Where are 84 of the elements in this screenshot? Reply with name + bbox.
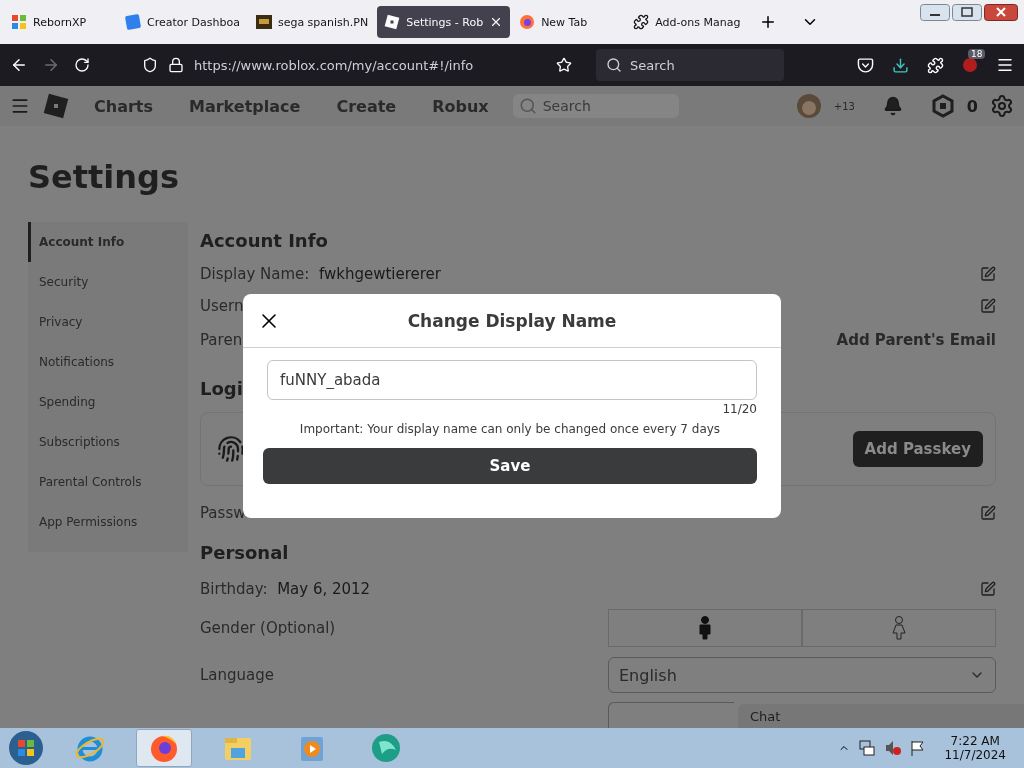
bookmark-icon[interactable]	[556, 57, 572, 73]
nav-link[interactable]: Robux	[432, 96, 489, 116]
field-label: Usern	[200, 297, 244, 315]
search-icon	[518, 97, 537, 115]
fingerprint-icon	[217, 435, 245, 463]
close-window-icon[interactable]	[984, 4, 1018, 21]
nav-link[interactable]: Charts	[94, 96, 153, 116]
person-icon	[698, 616, 712, 640]
shield-icon	[142, 57, 158, 73]
image-thumbnail-icon	[255, 14, 272, 30]
chat-label: Chat	[750, 708, 781, 724]
sidebar-item[interactable]: Notifications	[28, 342, 188, 382]
taskbar-app[interactable]	[136, 729, 192, 767]
search-icon	[606, 57, 622, 73]
roblox-icon	[384, 14, 401, 30]
dialog-title: Change Display Name	[406, 310, 618, 331]
menu-icon[interactable]	[996, 56, 1014, 74]
edit-icon[interactable]	[980, 505, 996, 521]
display-name-text: Display Name: fwkhgewtiererer	[200, 265, 441, 283]
maximize-icon[interactable]	[952, 4, 982, 21]
volume-muted-icon[interactable]	[884, 739, 903, 757]
sidebar-item[interactable]: App Permissions	[28, 502, 188, 542]
add-passkey-button[interactable]: Add Passkey	[852, 431, 983, 467]
person-dress-icon	[891, 616, 907, 640]
back-icon[interactable]	[10, 56, 28, 74]
add-email-link[interactable]: Add Parent's Email	[836, 331, 996, 349]
sidebar-item[interactable]: Privacy	[28, 302, 188, 342]
notification-badge: 18	[968, 49, 986, 59]
character-counter: 11/20	[722, 402, 757, 416]
sidebar-item[interactable]: Spending	[28, 382, 188, 422]
notice-text: Important: Your display name can only be changed once every 7 days	[299, 422, 721, 436]
app-icon	[125, 14, 141, 30]
robux-balance: 0	[966, 96, 978, 116]
browser-tab[interactable]: Add-ons Manag	[626, 6, 748, 38]
browser-tab[interactable]: sega spanish.PN	[248, 6, 376, 38]
puzzle-icon	[633, 14, 650, 30]
gender-option[interactable]	[608, 609, 802, 647]
flag-icon[interactable]	[910, 739, 927, 757]
section-title: Account Info	[200, 228, 328, 253]
sidebar-item[interactable]: Account Info	[28, 222, 188, 262]
globe-app-icon[interactable]	[370, 732, 402, 764]
browser-tab[interactable]: Creator Dashboa	[118, 6, 247, 38]
language-select[interactable]: English	[608, 657, 996, 693]
edit-icon[interactable]	[980, 581, 996, 597]
download-icon[interactable]	[892, 56, 909, 74]
sidebar-item[interactable]: Security	[28, 262, 188, 302]
sidebar-item[interactable]: Parental Controls	[28, 462, 188, 502]
pocket-icon[interactable]	[857, 56, 874, 74]
forward-icon[interactable]	[42, 56, 60, 74]
field-label: Gender (Optional)	[200, 619, 336, 637]
field-label: Language	[200, 666, 275, 684]
minimize-icon[interactable]	[920, 4, 950, 21]
nav-link[interactable]: Marketplace	[189, 96, 301, 116]
search-field[interactable]: Search	[512, 94, 679, 118]
chat-panel[interactable]: Chat	[738, 704, 1024, 728]
firefox-icon	[519, 14, 536, 30]
page-title: Settings	[28, 158, 181, 196]
field-label: Paren	[200, 331, 243, 349]
edit-icon[interactable]	[980, 266, 996, 282]
edit-icon[interactable]	[980, 298, 996, 314]
extensions-icon[interactable]	[927, 56, 944, 74]
nav-link[interactable]: Create	[336, 96, 397, 116]
browser-tab[interactable]: Settings - Rob	[377, 6, 511, 38]
windows-flag-icon	[11, 14, 27, 30]
reload-icon[interactable]	[74, 57, 90, 73]
start-button[interactable]	[8, 730, 44, 766]
section-title: Personal	[200, 540, 289, 565]
clock[interactable]: 7:22 AM 11/7/2024	[944, 734, 1006, 762]
network-icon[interactable]	[858, 739, 877, 757]
field-label: Passw	[200, 504, 246, 522]
birthday-text: Birthday: May 6, 2012	[200, 580, 371, 598]
settings-icon[interactable]	[990, 94, 1014, 118]
section-title: Logi	[200, 376, 243, 401]
extension-icon[interactable]	[962, 57, 978, 73]
browser-tab[interactable]: New Tab	[512, 6, 625, 38]
sidebar-item[interactable]: Subscriptions	[28, 422, 188, 462]
display-name-field[interactable]: fuNNY_abada	[267, 360, 757, 400]
search-field[interactable]: Search	[596, 49, 784, 81]
robux-icon[interactable]	[930, 94, 955, 118]
friend-count: +13	[833, 100, 855, 112]
notifications-icon[interactable]	[882, 96, 903, 116]
save-button[interactable]: Save	[263, 448, 757, 484]
lock-icon	[168, 57, 184, 73]
browser-tab[interactable]: RebornXP	[4, 6, 116, 38]
